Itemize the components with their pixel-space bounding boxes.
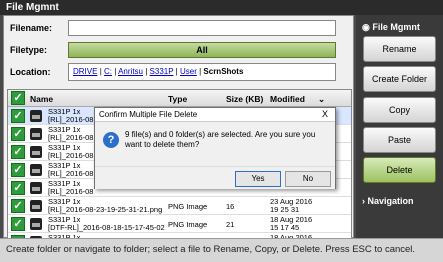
breadcrumb-c[interactable]: C: [104,67,112,76]
breadcrumb-separator: | [99,67,102,76]
confirm-delete-dialog: Confirm Multiple File Delete X ? 9 file(… [94,107,336,189]
file-name: S331P 1x [RL]_2016-08 [48,179,94,196]
dialog-message: 9 file(s) and 0 folder(s) are selected. … [125,130,316,149]
breadcrumb-current: ScrnShots [203,67,244,76]
table-row[interactable]: ✓ S331P 1x [RL]_2016-08-23-19-25-31-21.png… [8,197,351,215]
modified-column-header[interactable]: Modified [270,94,305,104]
select-all-checkbox[interactable]: ✓ [11,91,25,105]
status-bar: Create folder or navigate to folder; sel… [0,238,443,262]
close-icon[interactable]: X [317,109,333,120]
file-name: S331P 1x [DTF-RL]_2016-08-18-15-17-45-02 [48,215,165,232]
question-icon: ? [103,132,119,148]
location-label: Location: [10,67,51,77]
file-icon [30,218,42,230]
file-name: S331P 1x [RL]_2016-08 [48,125,94,142]
chevron-down-icon[interactable]: ⌄ [318,94,325,105]
file-type: PNG Image [168,202,208,211]
row-checkbox[interactable]: ✓ [11,163,25,177]
file-name: S331P 1x [RL]_2016-08-23-19-25-31-21.png [48,197,163,214]
file-size: 16 [226,202,235,211]
rename-button[interactable]: Rename [363,36,436,62]
file-size: 21 [226,220,235,229]
file-icon [30,110,42,122]
delete-button[interactable]: Delete [363,157,436,183]
no-button[interactable]: No [285,171,331,187]
row-checkbox[interactable]: ✓ [11,109,25,123]
breadcrumb-separator: | [145,67,148,76]
file-type: PNG Image [168,220,208,229]
file-name: S331P 1x [RL]_2016-08 [48,107,94,124]
filename-label: Filename: [10,23,53,33]
window-title: File Mgmnt [0,0,443,15]
file-icon [30,182,42,194]
breadcrumb-separator: | [199,67,202,76]
table-row[interactable]: ✓ S331P 1x [DTF-RL]_2016-08-18-15-17-45-02… [8,215,351,233]
yes-button[interactable]: Yes [235,171,281,187]
row-checkbox[interactable]: ✓ [11,181,25,195]
breadcrumb-s331p[interactable]: S331P [150,67,174,76]
file-name: S331P 1x [RL]_2016-08 [48,161,94,178]
name-column-header[interactable]: Name [30,94,53,104]
location-breadcrumb: DRIVE | C: | Anritsu | S331P | User | Sc… [68,63,336,81]
dialog-title: Confirm Multiple File Delete X [95,108,335,122]
file-modified: 18 Aug 2016 15 17 45 [270,215,313,232]
file-icon [30,128,42,140]
filetype-select[interactable]: All [68,42,336,58]
breadcrumb-user[interactable]: User [180,67,197,76]
file-icon [30,164,42,176]
sidebar-section-navigation[interactable]: › Navigation [362,196,414,206]
breadcrumb-drive[interactable]: DRIVE [73,67,97,76]
row-checkbox[interactable]: ✓ [11,127,25,141]
sidebar: ◉ File Mgmnt Rename Create Folder Copy P… [356,15,443,238]
filename-input[interactable] [68,20,336,36]
file-icon [30,146,42,158]
type-column-header[interactable]: Type [168,94,187,104]
sidebar-section-file-mgmnt[interactable]: ◉ File Mgmnt [362,22,420,33]
dialog-button-bar: Yes No [95,166,335,189]
copy-button[interactable]: Copy [363,97,436,123]
breadcrumb-anritsu[interactable]: Anritsu [118,67,143,76]
paste-button[interactable]: Paste [363,127,436,153]
size-column-header[interactable]: Size (KB) [226,94,263,104]
row-checkbox[interactable]: ✓ [11,199,25,213]
file-icon [30,200,42,212]
breadcrumb-separator: | [175,67,178,76]
filetype-label: Filetype: [10,45,48,55]
row-checkbox[interactable]: ✓ [11,145,25,159]
file-modified: 23 Aug 2016 19 25 31 [270,197,313,214]
table-header: ✓ Name Type Size (KB) Modified ⌄ [8,90,351,107]
file-name: S331P 1x [RL]_2016-08 [48,143,94,160]
breadcrumb-separator: | [114,67,117,76]
create-folder-button[interactable]: Create Folder [363,66,436,92]
row-checkbox[interactable]: ✓ [11,217,25,231]
